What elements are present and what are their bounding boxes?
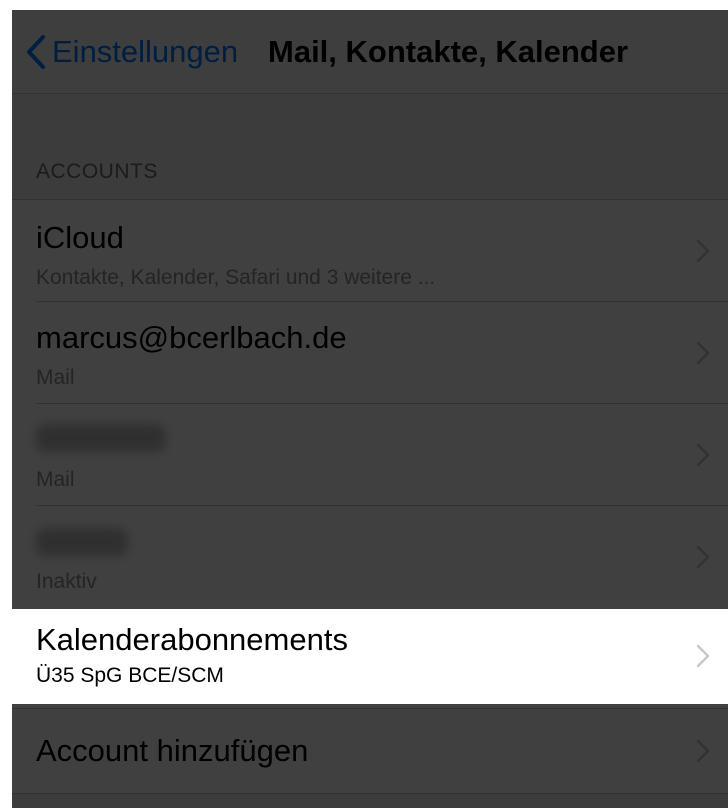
chevron-right-icon [696,739,710,763]
account-title: marcus@bcerlbach.de [36,320,347,355]
add-account-label: Account hinzufügen [36,733,309,768]
account-title-redacted [36,528,128,564]
account-subtitle: Kontakte, Kalender, Safari und 3 weitere… [36,266,436,289]
account-row-redacted-1[interactable]: Mail [12,404,728,506]
account-row-mail[interactable]: marcus@bcerlbach.de Mail [12,302,728,404]
page-title: Mail, Kontakte, Kalender [268,33,629,69]
section-spacer [12,94,728,200]
account-subtitle: Mail [36,468,75,491]
chevron-right-icon [696,644,710,668]
back-button-label: Einstellungen [52,33,239,69]
back-button[interactable]: Einstellungen [26,10,238,93]
accounts-list: iCloud Kontakte, Kalender, Safari und 3 … [12,199,728,704]
account-title-redacted [36,424,166,460]
redacted-text [36,424,166,452]
bottom-spacer [12,794,728,808]
account-subtitle: Mail [36,366,75,389]
redacted-text [36,528,128,556]
navigation-bar: Einstellungen Mail, Kontakte, Kalender [12,10,728,94]
account-subtitle: Inaktiv [36,570,97,593]
chevron-left-icon [27,34,45,69]
account-row-calendar-subscriptions[interactable]: Kalenderabonnements Ü35 SpG BCE/SCM [12,608,728,704]
chevron-right-icon [696,545,710,569]
chevron-right-icon [696,341,710,365]
account-title: Kalenderabonnements [36,622,348,657]
settings-screen: Einstellungen Mail, Kontakte, Kalender A… [12,10,728,808]
account-title: iCloud [36,220,124,255]
account-row-icloud[interactable]: iCloud Kontakte, Kalender, Safari und 3 … [12,200,728,302]
accounts-section-header: ACCOUNTS [36,160,158,183]
add-account-button[interactable]: Account hinzufügen [12,708,728,794]
chevron-right-icon [696,239,710,263]
account-subtitle: Ü35 SpG BCE/SCM [36,664,224,687]
chevron-right-icon [696,443,710,467]
account-row-redacted-2[interactable]: Inaktiv [12,506,728,608]
